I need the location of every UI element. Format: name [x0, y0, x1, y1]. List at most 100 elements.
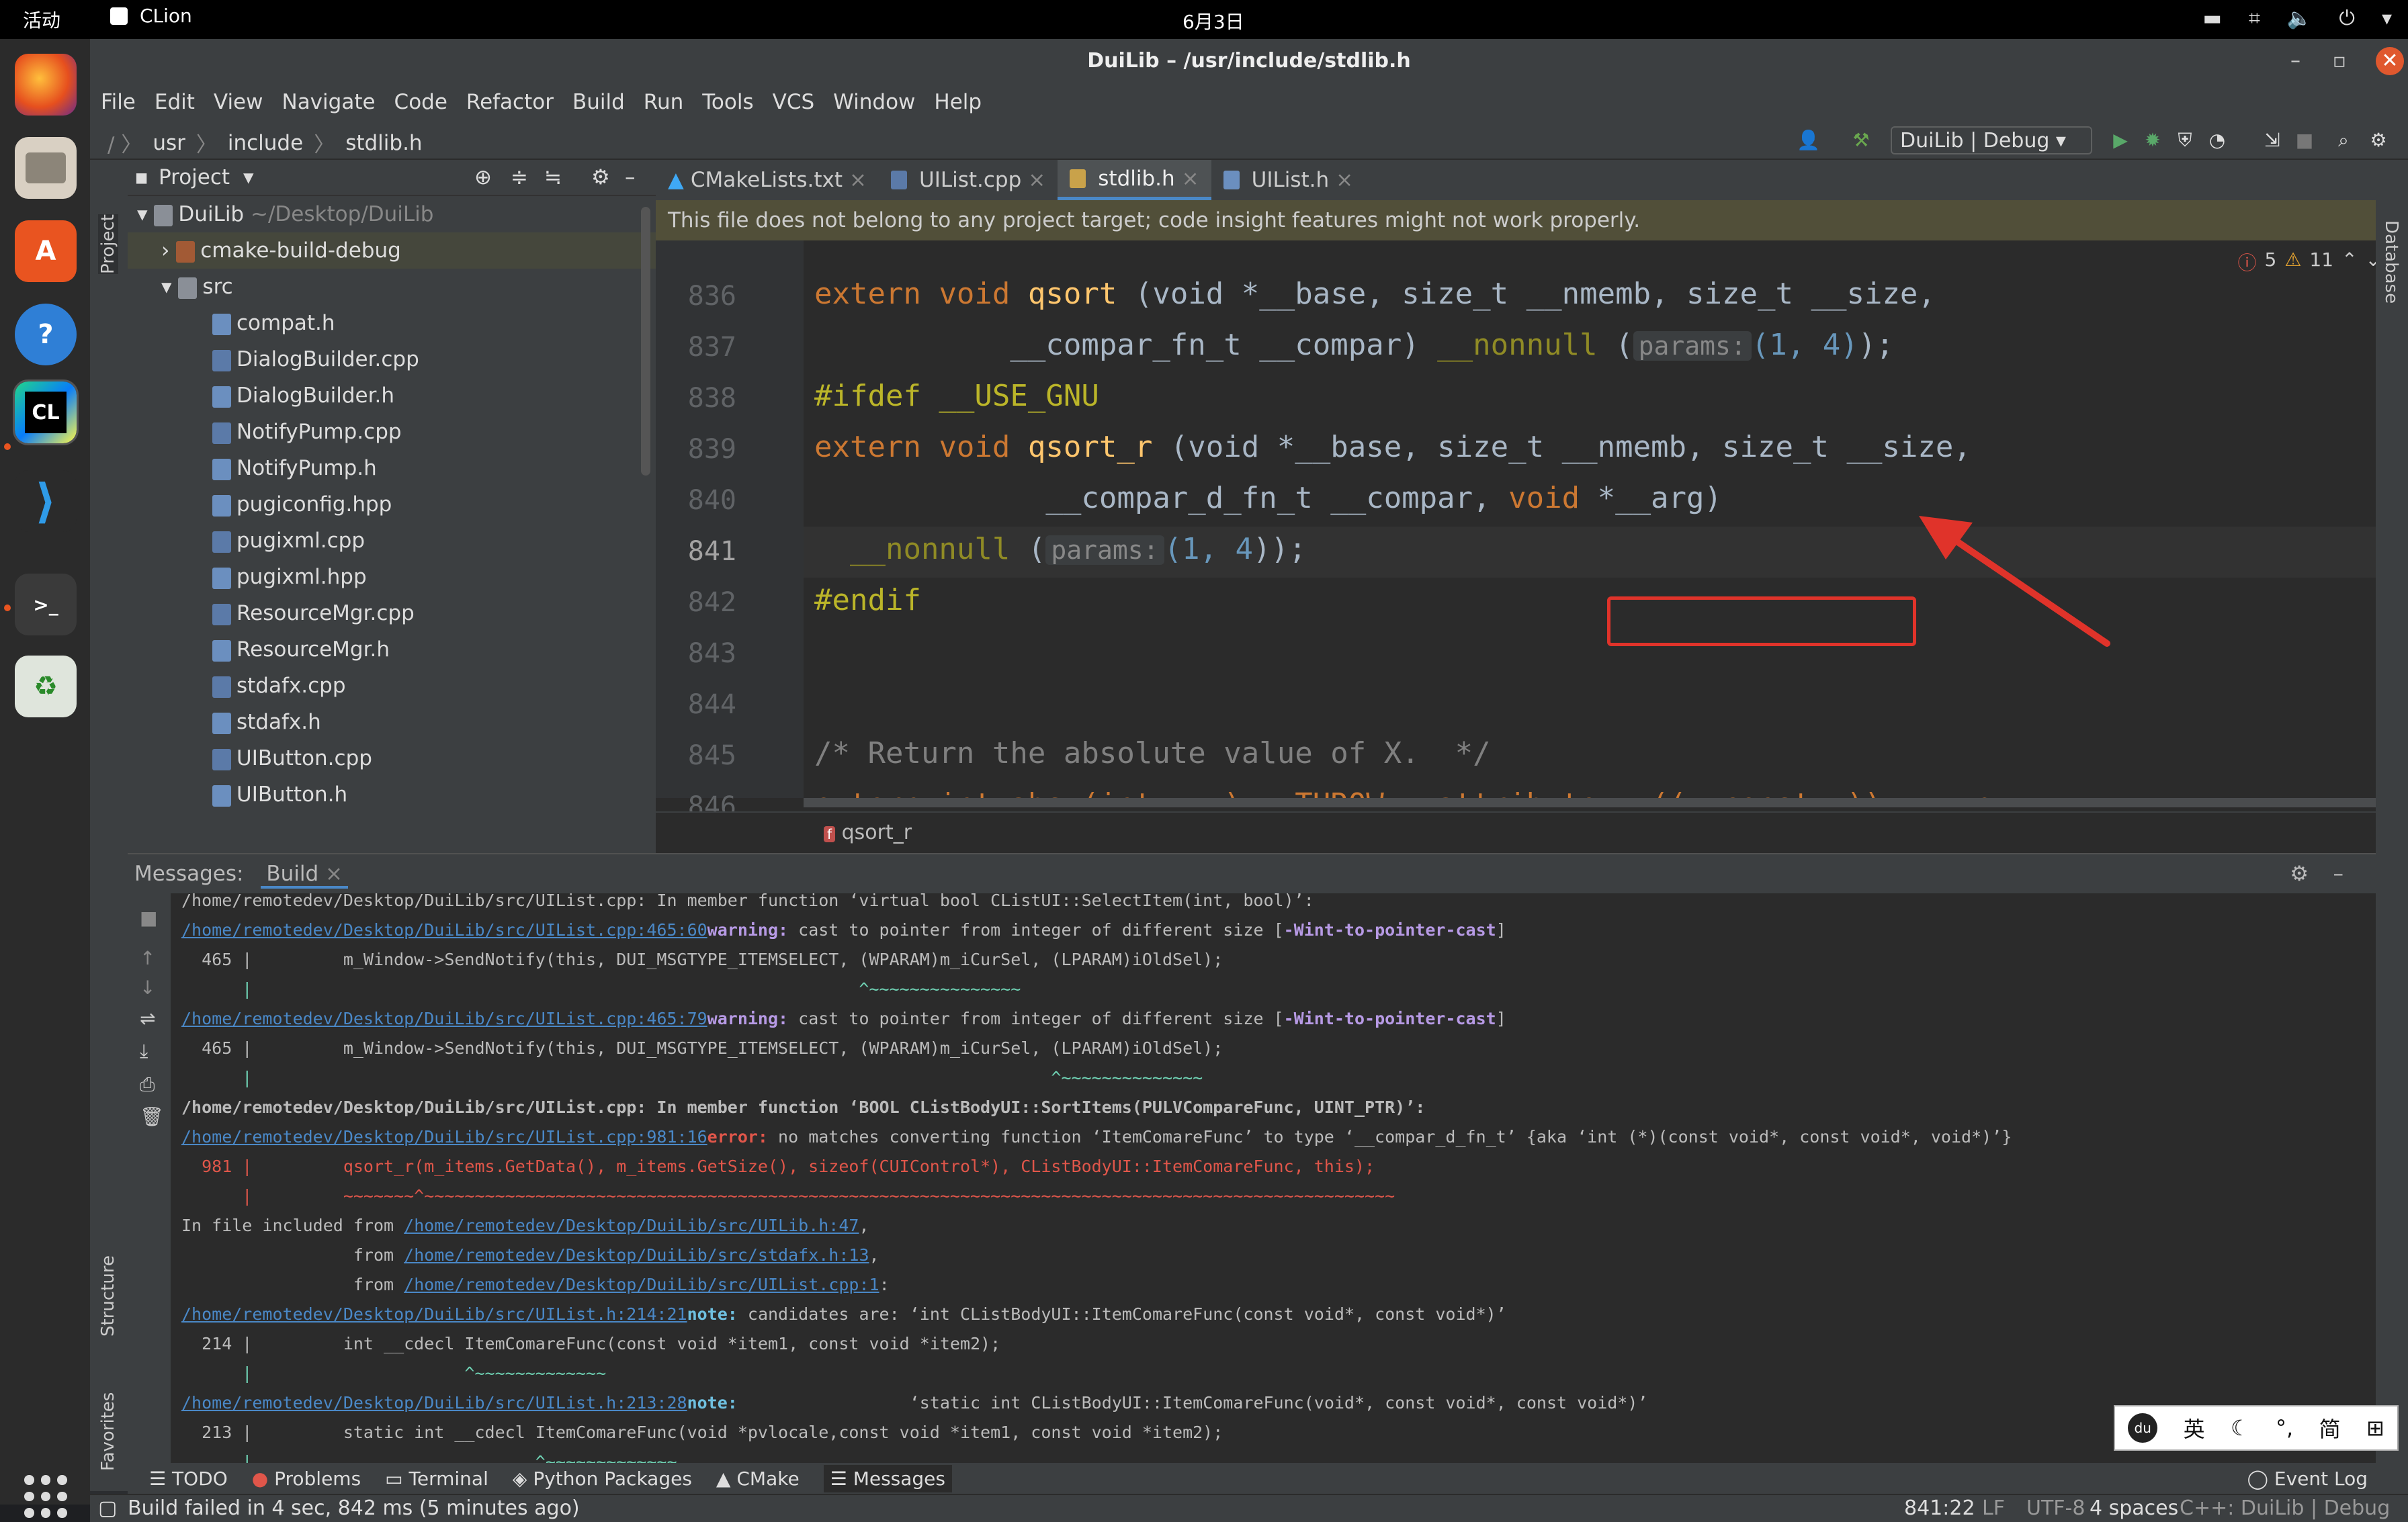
show-apps-icon[interactable] [24, 1475, 67, 1518]
prev-highlight-icon[interactable]: ⌃ [2341, 249, 2357, 275]
menu-window[interactable]: Window [833, 90, 915, 114]
run-icon[interactable]: ▶ [2110, 129, 2131, 151]
help-icon[interactable]: ? [15, 304, 77, 365]
menu-vcs[interactable]: VCS [773, 90, 815, 114]
menu-code[interactable]: Code [394, 90, 447, 114]
menu-edit[interactable]: Edit [155, 90, 195, 114]
tree-item[interactable]: DialogBuilder.cpp [128, 341, 419, 377]
project-tool-tab[interactable]: Project [98, 214, 118, 274]
tree-item[interactable]: NotifyPump.cpp [128, 414, 402, 450]
coverage-icon[interactable]: ⛨ [2174, 129, 2196, 151]
code-line-836[interactable]: extern void qsort (void *__base, size_t … [814, 277, 1936, 311]
message-link[interactable]: /home/remotedev/Desktop/DuiLib/src/UILis… [181, 1393, 687, 1413]
debug-icon[interactable]: ✹ [2142, 129, 2163, 151]
menu-file[interactable]: File [101, 90, 136, 114]
caret-position[interactable]: 841:22 [1904, 1496, 1975, 1520]
project-scrollbar[interactable] [641, 207, 650, 476]
profile-icon[interactable]: ◔ [2206, 129, 2228, 151]
clion-icon[interactable]: CL [13, 379, 79, 445]
code-line-839[interactable]: extern void qsort_r (void *__base, size_… [814, 430, 1971, 464]
code-line-841[interactable]: __nonnull (params: (1, 4)); [814, 532, 1307, 566]
hide-panel-icon[interactable]: – [625, 165, 636, 189]
messages-tool[interactable]: ☰ Messages [823, 1464, 952, 1492]
message-link[interactable]: /home/remotedev/Desktop/DuiLib/src/UILis… [404, 1275, 879, 1294]
run-config-select[interactable]: DuiLib | Debug ▾ [1891, 126, 2092, 154]
software-center-icon[interactable]: A [15, 220, 77, 282]
tree-item[interactable]: UIButton.cpp [128, 740, 372, 776]
tree-item[interactable]: compat.h [128, 305, 335, 341]
close-tab-icon[interactable]: × [1028, 161, 1045, 199]
tab-uilist-h[interactable]: UIList.h × [1211, 160, 1366, 200]
menu-build[interactable]: Build [572, 90, 625, 114]
locate-icon[interactable]: ⊕ [474, 165, 492, 189]
ime-language[interactable]: 英 [2184, 1413, 2205, 1443]
tab-uilist-cpp[interactable]: UIList.cpp × [879, 160, 1058, 200]
tree-item[interactable]: ResourceMgr.h [128, 631, 390, 668]
code-line-840[interactable]: __compar_d_fn_t __compar, void *__arg) [814, 481, 1722, 515]
network-icon[interactable]: ⌗ [2249, 7, 2260, 30]
hide-panel-icon[interactable]: – [2333, 854, 2344, 893]
event-log-tool[interactable]: ◯ Event Log [2247, 1468, 2368, 1490]
tree-item[interactable]: DialogBuilder.h [128, 377, 394, 414]
message-link[interactable]: /home/remotedev/Desktop/DuiLib/src/UILis… [181, 1127, 707, 1147]
power-icon[interactable]: ⏻ [2339, 7, 2355, 30]
file-encoding[interactable]: UTF-8 [2026, 1496, 2085, 1520]
close-tab-icon[interactable]: × [849, 161, 867, 199]
maximize-icon[interactable]: ▫ [2333, 39, 2346, 83]
menu-run[interactable]: Run [644, 90, 683, 114]
message-link[interactable]: /home/remotedev/Desktop/DuiLib/src/UILis… [181, 920, 707, 940]
code-line-838[interactable]: #ifdef __USE_GNU [814, 379, 1099, 413]
tree-item[interactable]: ▾ src [128, 269, 233, 305]
crumb-include[interactable]: include [228, 131, 303, 155]
horizontal-scrollbar[interactable] [804, 798, 2393, 807]
message-link[interactable]: /home/remotedev/Desktop/DuiLib/src/UILib… [404, 1216, 859, 1235]
settings-icon[interactable]: ⚙ [2368, 129, 2389, 151]
tab-stdlib-h[interactable]: stdlib.h × [1058, 160, 1211, 200]
search-icon[interactable]: ⌕ [2333, 129, 2354, 151]
ime-simplified[interactable]: 简 [2319, 1413, 2341, 1443]
ime-punct-icon[interactable]: °, [2276, 1415, 2293, 1441]
files-icon[interactable] [15, 137, 77, 199]
message-link[interactable]: /home/remotedev/Desktop/DuiLib/src/stdaf… [404, 1245, 869, 1265]
menu-tools[interactable]: Tools [702, 90, 753, 114]
menu-navigate[interactable]: Navigate [282, 90, 376, 114]
code-line-845[interactable]: /* Return the absolute value of X. */ [814, 736, 1491, 770]
problems-tool[interactable]: ● Problems [252, 1468, 361, 1490]
minimize-icon[interactable]: – [2290, 39, 2300, 83]
tree-item[interactable]: pugixml.hpp [128, 559, 367, 595]
ime-moon-icon[interactable]: ☾ [2231, 1415, 2250, 1441]
status-toggle-icon[interactable]: ▢ [98, 1496, 117, 1520]
tree-item[interactable]: › cmake-build-debug [128, 232, 656, 269]
tree-item[interactable]: pugixml.cpp [128, 523, 365, 559]
close-icon[interactable]: ✕ [2376, 47, 2404, 75]
stop-icon[interactable]: ■ [2294, 129, 2315, 151]
breadcrumb-function[interactable]: qsort_r [842, 821, 912, 844]
python-packages-tool[interactable]: ◈ Python Packages [513, 1468, 692, 1490]
close-tab-icon[interactable]: × [325, 862, 343, 886]
tree-item[interactable]: pugiconfig.hpp [128, 486, 392, 523]
indent-setting[interactable]: 4 spaces [2090, 1496, 2178, 1520]
build-hammer-icon[interactable]: ⚒ [1850, 129, 1872, 151]
attach-icon[interactable]: ⇲ [2262, 129, 2283, 151]
close-tab-icon[interactable]: × [1336, 161, 1353, 199]
code-line-837[interactable]: __compar_fn_t __compar) __nonnull (param… [814, 328, 1893, 362]
close-tab-icon[interactable]: × [1182, 159, 1199, 198]
database-tool-tab[interactable]: Database [2381, 220, 2401, 304]
project-view-select[interactable]: Project [159, 165, 230, 189]
system-tray[interactable]: ▬ ⌗ 🔈 ⏻ ▾ [2203, 7, 2392, 30]
line-separator[interactable]: LF [1982, 1496, 2005, 1520]
tab-cmakelists[interactable]: ▲ CMakeLists.txt × [656, 160, 879, 200]
ime-grid-icon[interactable]: ⊞ [2366, 1415, 2384, 1441]
menu-refactor[interactable]: Refactor [466, 90, 554, 114]
collapse-all-icon[interactable]: ≒ [544, 165, 562, 189]
context-selector[interactable]: C++: DuiLib | Debug [2180, 1496, 2408, 1520]
tree-item[interactable]: UIButton.h [128, 776, 347, 813]
build-tab[interactable]: Build × [261, 862, 348, 889]
volume-icon[interactable]: 🔈 [2287, 7, 2312, 30]
tree-item[interactable]: ResourceMgr.cpp [128, 595, 415, 631]
app-menu[interactable]: CLion [110, 5, 192, 27]
crumb-stdlib[interactable]: stdlib.h [345, 131, 422, 155]
tree-item[interactable]: stdafx.h [128, 704, 321, 740]
terminal-icon[interactable]: >_ [15, 574, 77, 635]
code-line-842[interactable]: #endif [814, 583, 921, 617]
